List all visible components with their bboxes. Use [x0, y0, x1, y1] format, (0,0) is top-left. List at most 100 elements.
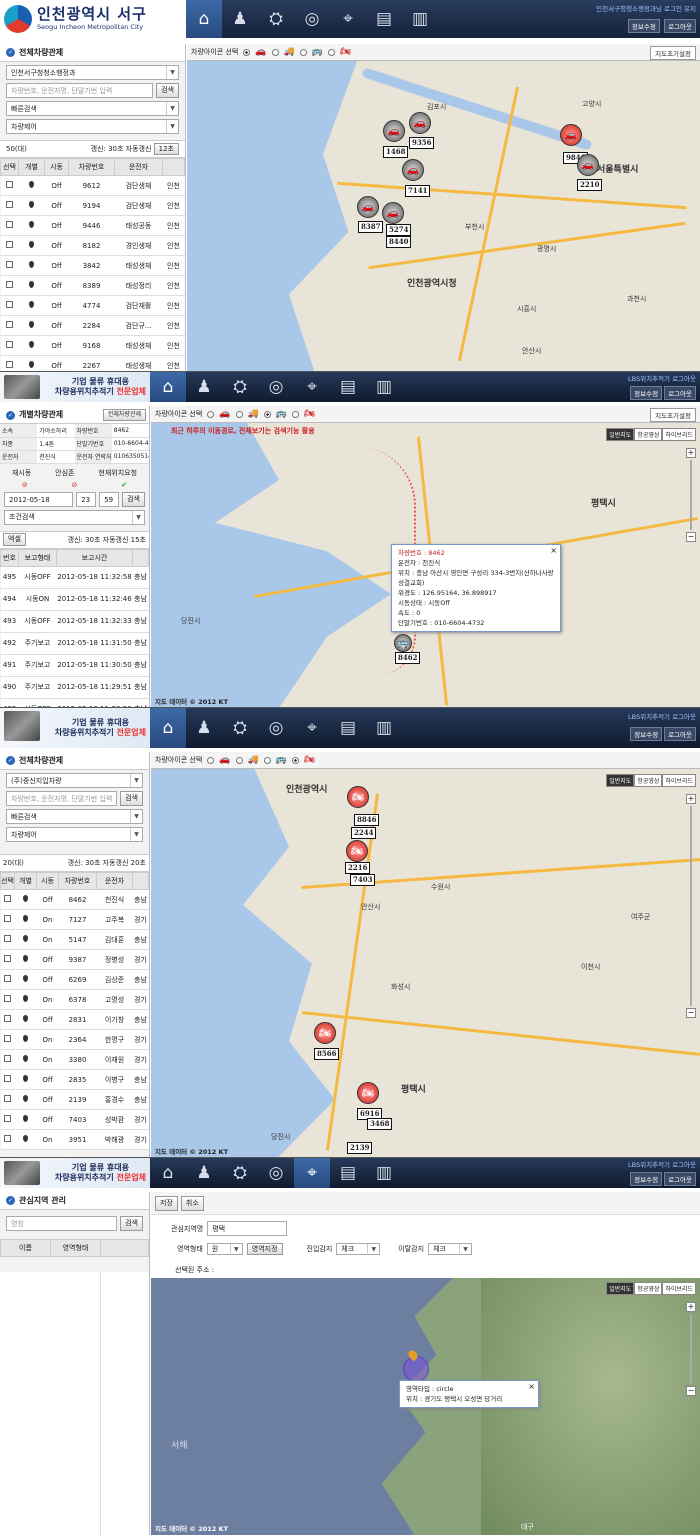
- map-type-normal[interactable]: 일반지도: [606, 774, 635, 787]
- map-view[interactable]: 서해 대구 일반지도 항공영상 하이브리드 + − × 영역타입 : circle…: [151, 1278, 700, 1535]
- location-request-icon[interactable]: ✔: [121, 481, 127, 489]
- individual-pin[interactable]: [18, 215, 45, 236]
- search-input[interactable]: 차량번호, 운전자명, 단말기번 입력: [6, 791, 118, 806]
- location-pin-icon[interactable]: [23, 935, 28, 942]
- search-button[interactable]: 검색: [120, 791, 143, 806]
- target-icon[interactable]: ◎: [294, 0, 330, 38]
- exit-detect-select[interactable]: 체크 ▼: [428, 1243, 473, 1255]
- map-type-normal[interactable]: 일반지도: [606, 428, 635, 441]
- select-checkbox[interactable]: [0, 1009, 15, 1030]
- vehicle-marker[interactable]: 🏍: [347, 786, 369, 808]
- logout-button[interactable]: 로그아웃: [664, 727, 696, 741]
- table-row[interactable]: Off 2831 이기창 충남: [0, 1009, 149, 1030]
- individual-pin[interactable]: [18, 235, 45, 256]
- checkbox[interactable]: [4, 1055, 11, 1062]
- building-icon[interactable]: ▥: [366, 708, 402, 748]
- vehicle-control-select[interactable]: 차량제어 ▼: [6, 827, 143, 842]
- table-row[interactable]: Off 8389 태성정리 인천: [0, 275, 185, 296]
- location-pin-icon[interactable]: [23, 915, 28, 922]
- zoom-in-button[interactable]: +: [686, 1302, 696, 1312]
- individual-pin[interactable]: [14, 989, 37, 1010]
- table-row[interactable]: Off 8182 경인생재 인천: [0, 235, 185, 256]
- map-type-hybrid[interactable]: 하이브리드: [662, 774, 696, 787]
- vehicle-marker[interactable]: 🏍: [357, 1082, 379, 1104]
- icon-radio[interactable]: [299, 48, 307, 56]
- checkbox[interactable]: [6, 301, 13, 308]
- condition-select[interactable]: 조건검색 ▼: [4, 509, 145, 525]
- icon-radio[interactable]: [207, 410, 215, 418]
- checkbox[interactable]: [4, 935, 11, 942]
- checkbox[interactable]: [6, 361, 13, 368]
- icon-radio[interactable]: [235, 756, 243, 764]
- select-checkbox[interactable]: [0, 1069, 15, 1090]
- location-pin-icon[interactable]: [29, 201, 34, 208]
- table-row[interactable]: Off 8462 천진식 충남: [0, 889, 149, 910]
- logo[interactable]: 인천광역시 서구 Seogu Incheon Metropolitan City: [0, 0, 186, 38]
- vehicle-marker[interactable]: 🏍: [346, 840, 368, 862]
- restart-icon[interactable]: ⊘: [22, 481, 28, 489]
- zoom-in-button[interactable]: +: [686, 448, 696, 458]
- excel-button[interactable]: 엑셀: [3, 533, 26, 546]
- select-checkbox[interactable]: [0, 1109, 15, 1130]
- table-row[interactable]: Off 3842 태성생재 인천: [0, 255, 185, 276]
- area-search-input[interactable]: 명칭: [6, 1216, 118, 1231]
- location-pin-icon[interactable]: [29, 341, 34, 348]
- table-row[interactable]: 494 시동ON 2012-05-18 11:32:46 충남: [0, 588, 149, 611]
- select-checkbox[interactable]: [0, 215, 19, 236]
- zoom-in-button[interactable]: +: [686, 794, 696, 804]
- logout-link[interactable]: 로그아웃: [672, 713, 696, 721]
- checkbox[interactable]: [6, 181, 13, 188]
- table-row[interactable]: On 6378 고명성 경기: [0, 989, 149, 1010]
- checkbox[interactable]: [4, 975, 11, 982]
- checkbox[interactable]: [4, 1115, 11, 1122]
- icon-radio[interactable]: [243, 48, 251, 56]
- reset-map-button[interactable]: 지도초기설정: [650, 408, 696, 422]
- checkbox[interactable]: [4, 1075, 11, 1082]
- search-button[interactable]: 검색: [156, 83, 179, 98]
- home-icon[interactable]: ⌂: [186, 0, 222, 38]
- quick-search-select[interactable]: 빠른검색 ▼: [6, 101, 179, 116]
- location-pin-icon[interactable]: [23, 1115, 28, 1122]
- driver-icon[interactable]: ♟: [186, 708, 222, 748]
- location-pin-icon[interactable]: [23, 955, 28, 962]
- individual-pin[interactable]: [18, 275, 45, 296]
- map-view[interactable]: 차량아이콘 선택 🚗 🚚 🚌 🏍 지도초기설정 최근 하루의 이동경로, 전체보…: [151, 406, 700, 707]
- select-checkbox[interactable]: [0, 175, 19, 196]
- logout-link[interactable]: 로그아웃: [672, 1161, 696, 1169]
- vehicle-marker[interactable]: 🚗: [409, 112, 431, 134]
- edit-info-button[interactable]: 정보수정: [630, 727, 663, 741]
- vehicle-marker[interactable]: 🚗: [383, 120, 405, 142]
- table-row[interactable]: 495 시동OFF 2012-05-18 11:32:58 충남: [0, 566, 149, 589]
- map-view[interactable]: 차량아이콘 선택 🚗 🚚 🚌 🏍 일반지도 항공영상 하이브리드 + − 인천광역…: [151, 752, 700, 1157]
- location-pin-icon[interactable]: [29, 221, 34, 228]
- map-type-satellite[interactable]: 항공영상: [634, 774, 663, 787]
- table-row[interactable]: 489시동OFF2012-05-18 11:28:50충남: [0, 698, 149, 707]
- logout-button[interactable]: 로그아웃: [664, 19, 696, 33]
- checkbox[interactable]: [4, 1015, 11, 1022]
- icon-radio[interactable]: [271, 48, 279, 56]
- select-checkbox[interactable]: [0, 989, 15, 1010]
- select-checkbox[interactable]: [0, 1049, 15, 1070]
- table-row[interactable]: Off 6269 김상준 충남: [0, 969, 149, 990]
- checkbox[interactable]: [4, 1035, 11, 1042]
- location-pin-icon[interactable]: [29, 241, 34, 248]
- checkbox[interactable]: [4, 995, 11, 1002]
- target-icon[interactable]: ◎: [258, 1158, 294, 1188]
- select-checkbox[interactable]: [0, 195, 19, 216]
- checkbox[interactable]: [4, 895, 11, 902]
- target-icon[interactable]: ◎: [258, 372, 294, 402]
- table-row[interactable]: Off 4774 검단재활 인천: [0, 295, 185, 316]
- location-pin-icon[interactable]: [23, 1135, 28, 1142]
- individual-pin[interactable]: [14, 969, 37, 990]
- select-checkbox[interactable]: [0, 335, 19, 356]
- vehicle-marker[interactable]: 🏍: [314, 1022, 336, 1044]
- minute-input[interactable]: 59: [99, 491, 120, 507]
- table-row[interactable]: Off 2835 이병구 충남: [0, 1069, 149, 1090]
- home-icon[interactable]: ⌂: [150, 372, 186, 402]
- cancel-button[interactable]: 취소: [180, 1196, 204, 1211]
- location-pin-icon[interactable]: [23, 995, 28, 1002]
- select-checkbox[interactable]: [0, 949, 15, 970]
- zoom-slider[interactable]: [690, 1314, 692, 1384]
- ad-banner[interactable]: 기업 물류 휴대용 차량용위치추적기 전문업체: [0, 1158, 150, 1188]
- checkbox[interactable]: [6, 281, 13, 288]
